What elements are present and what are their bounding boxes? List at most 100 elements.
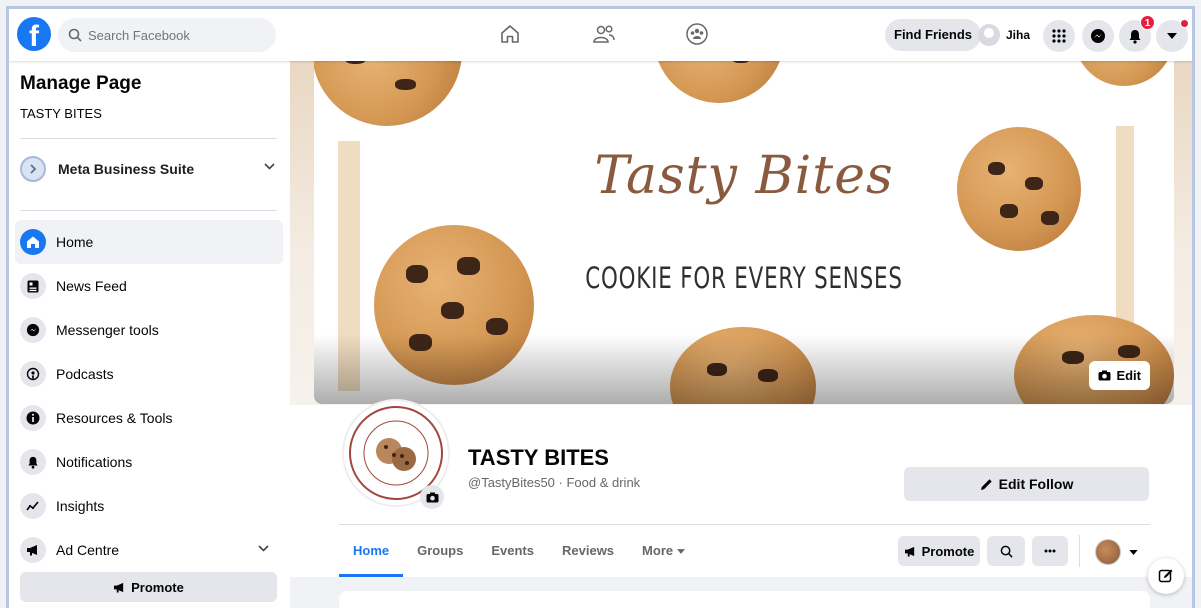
promote-button[interactable]: Promote	[898, 536, 980, 566]
facebook-logo[interactable]: f	[17, 17, 51, 51]
page-handle: @TastyBites50	[468, 475, 555, 490]
cover-subtitle: COOKIE FOR EVERY SENSES	[585, 261, 903, 295]
camera-icon	[426, 492, 438, 502]
messenger-button[interactable]	[1082, 20, 1114, 52]
bell-icon	[20, 449, 46, 475]
page-main: Tasty Bites COOKIE FOR EVERY SENSES Edit…	[290, 61, 1192, 608]
chevron-down-icon[interactable]	[264, 163, 275, 170]
sidebar-promote-button[interactable]: Promote	[20, 572, 277, 602]
compose-icon	[1158, 569, 1173, 583]
meta-business-suite-label: Meta Business Suite	[58, 161, 195, 177]
search-page-button[interactable]	[987, 536, 1025, 566]
notifications-button[interactable]: 1	[1119, 15, 1155, 52]
tab-label: Groups	[417, 543, 464, 558]
tab-label: More	[642, 543, 674, 558]
caret-down-icon[interactable]	[1129, 550, 1138, 555]
post-card	[339, 591, 1150, 608]
sidebar-item-home[interactable]: Home	[15, 220, 283, 264]
sidebar-item-resources-tools[interactable]: Resources & Tools	[15, 396, 283, 440]
sidebar-item-label: Notifications	[56, 454, 133, 470]
sidebar-item-label: Insights	[56, 498, 105, 514]
search-icon	[68, 28, 82, 42]
tab-reviews[interactable]: Reviews	[548, 525, 628, 577]
cookie-image	[1074, 61, 1174, 86]
sidebar-item-label: News Feed	[56, 278, 127, 294]
alert-dot	[1180, 19, 1189, 28]
divider	[1079, 535, 1080, 567]
edit-follow-button[interactable]: Edit Follow	[904, 467, 1149, 501]
sidebar-promote-label: Promote	[131, 579, 184, 595]
sidebar-item-ad-centre[interactable]: Ad Centre	[15, 528, 283, 572]
new-message-button[interactable]	[1148, 558, 1184, 594]
tab-events[interactable]: Events	[477, 525, 548, 577]
search-icon	[1000, 545, 1013, 558]
sidebar-page-name[interactable]: TASTY BITES	[20, 106, 102, 121]
page-category[interactable]: Food & drink	[566, 475, 640, 490]
tab-label: Reviews	[562, 543, 615, 558]
promote-label: Promote	[921, 543, 975, 559]
messenger-icon	[1091, 29, 1105, 43]
friends-icon[interactable]	[591, 21, 617, 47]
pencil-icon	[980, 478, 992, 490]
cover-shade	[314, 334, 1174, 404]
meta-business-suite-icon	[20, 156, 46, 182]
meta-business-suite-item[interactable]: Meta Business Suite	[20, 151, 277, 187]
megaphone-icon	[904, 546, 914, 557]
cover-photo[interactable]: Tasty Bites COOKIE FOR EVERY SENSES Edit	[314, 61, 1174, 404]
tab-label: Home	[353, 543, 390, 558]
insights-icon	[20, 493, 46, 519]
news-feed-icon	[20, 273, 46, 299]
cover-title: Tasty Bites	[594, 146, 894, 206]
sidebar-item-notifications[interactable]: Notifications	[15, 440, 283, 484]
menu-grid-button[interactable]	[1043, 20, 1075, 52]
page-tabs: Home Groups Events Reviews More	[339, 525, 699, 577]
caret-down-icon	[677, 548, 686, 554]
divider	[20, 138, 277, 139]
find-friends-button[interactable]: Find Friends	[885, 19, 981, 51]
camera-icon	[1098, 370, 1111, 381]
page-avatar-switcher[interactable]	[1095, 539, 1121, 565]
top-navigation-bar: f Find Friends Jiha 1	[9, 9, 1192, 61]
podcast-icon	[20, 361, 46, 387]
tab-groups[interactable]: Groups	[403, 525, 477, 577]
sidebar-item-messenger-tools[interactable]: Messenger tools	[15, 308, 283, 352]
edit-follow-label: Edit Follow	[998, 476, 1074, 492]
divider	[20, 210, 277, 211]
grid-icon	[1052, 29, 1066, 43]
sidebar-item-label: Resources & Tools	[56, 410, 173, 426]
account-menu-button[interactable]	[1156, 19, 1189, 52]
sidebar-item-label: Podcasts	[56, 366, 114, 382]
tab-home[interactable]: Home	[339, 525, 404, 577]
more-options-button[interactable]	[1032, 536, 1068, 566]
avatar	[978, 24, 1000, 46]
groups-icon[interactable]	[684, 21, 710, 47]
megaphone-icon	[114, 582, 124, 593]
sidebar-item-label: Ad Centre	[56, 542, 120, 558]
sidebar-item-label: Home	[56, 234, 94, 250]
search-box[interactable]	[58, 18, 276, 52]
sidebar-item-news-feed[interactable]: News Feed	[15, 264, 283, 308]
manage-page-sidebar: Manage Page TASTY BITES Meta Business Su…	[9, 61, 290, 608]
search-input[interactable]	[88, 27, 258, 43]
sidebar-menu: Home News Feed Messenger tools Podcasts …	[15, 220, 283, 572]
tab-label: Events	[491, 543, 534, 558]
edit-cover-label: Edit	[1116, 368, 1141, 383]
sidebar-item-insights[interactable]: Insights	[15, 484, 283, 528]
sidebar-item-podcasts[interactable]: Podcasts	[15, 352, 283, 396]
sidebar-item-label: Messenger tools	[56, 322, 159, 338]
tab-more[interactable]: More	[628, 525, 699, 577]
megaphone-icon	[20, 537, 46, 563]
messenger-icon	[20, 317, 46, 343]
change-profile-photo-button[interactable]	[420, 485, 444, 509]
edit-cover-button[interactable]: Edit	[1089, 361, 1150, 390]
page-title: TASTY BITES	[468, 445, 609, 470]
caret-down-icon	[1167, 33, 1177, 39]
chevron-down-icon[interactable]	[258, 545, 269, 552]
browser-frame: f Find Friends Jiha 1	[6, 6, 1195, 608]
info-icon	[20, 405, 46, 431]
meta-separator: ·	[554, 475, 567, 490]
sidebar-title: Manage Page	[20, 73, 142, 94]
page-meta: @TastyBites50 · Food & drink	[468, 475, 640, 490]
home-icon[interactable]	[497, 21, 523, 47]
profile-shortcut[interactable]: Jiha	[978, 21, 1030, 49]
